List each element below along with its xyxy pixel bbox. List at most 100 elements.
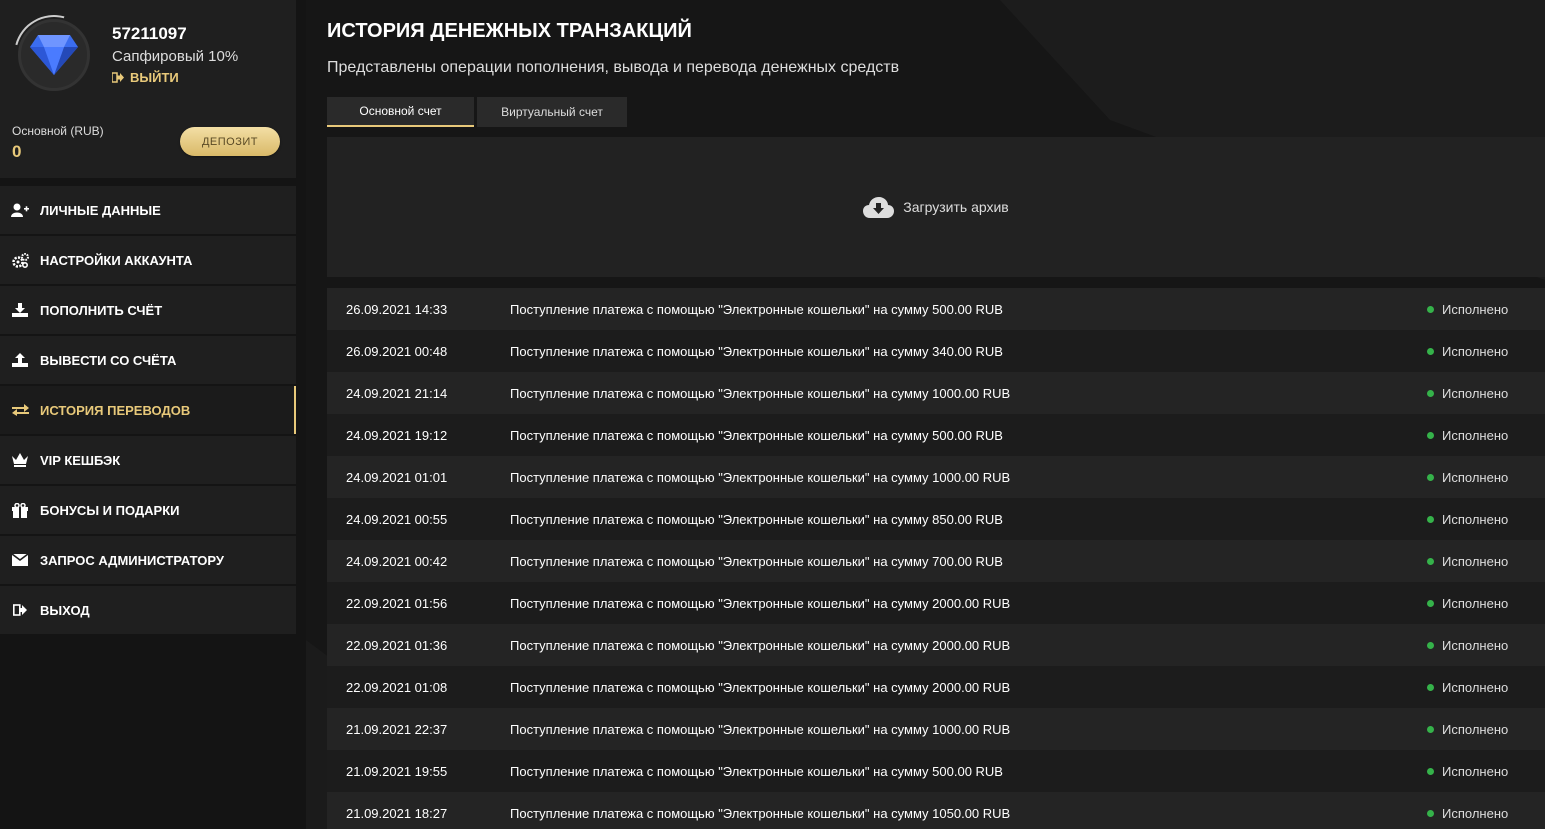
sidebar-item-admin-request[interactable]: ЗАПРОС АДМИНИСТРАТОРУ	[0, 536, 296, 584]
transaction-description: Поступление платежа с помощью "Электронн…	[510, 679, 1011, 695]
sidebar-item-label: ВЫХОД	[40, 602, 90, 618]
sidebar-item-bonuses[interactable]: БОНУСЫ И ПОДАРКИ	[0, 486, 296, 534]
transaction-status: Исполнено	[1427, 722, 1545, 737]
transaction-status: Исполнено	[1427, 386, 1545, 401]
transaction-status: Исполнено	[1427, 512, 1545, 527]
status-dot-icon	[1427, 809, 1434, 817]
transaction-date: 24.09.2021 00:42	[346, 553, 448, 569]
sidebar-item-transfer-history[interactable]: ИСТОРИЯ ПЕРЕВОДОВ	[0, 386, 296, 434]
download-icon	[11, 301, 29, 319]
status-label: Исполнено	[1442, 721, 1509, 737]
table-row: 21.09.2021 19:55 Поступление платежа с по…	[327, 750, 1545, 792]
transaction-status: Исполнено	[1427, 764, 1545, 779]
gears-icon	[11, 251, 29, 269]
main-content: ИСТОРИЯ ДЕНЕЖНЫХ ТРАНЗАКЦИЙ Представлены…	[327, 0, 1545, 829]
status-label: Исполнено	[1442, 385, 1509, 401]
transaction-status: Исполнено	[1427, 806, 1545, 821]
gift-icon	[11, 501, 29, 519]
transaction-date: 24.09.2021 19:12	[346, 427, 448, 443]
sign-out-icon	[112, 72, 124, 83]
transactions-table: 26.09.2021 14:33 Поступление платежа с по…	[327, 288, 1545, 829]
transaction-status: Исполнено	[1427, 554, 1545, 569]
transaction-status: Исполнено	[1427, 596, 1545, 611]
archive-label: Загрузить архив	[903, 199, 1009, 215]
transaction-description: Поступление платежа с помощью "Электронн…	[510, 469, 1011, 485]
transaction-date: 24.09.2021 21:14	[346, 385, 448, 401]
profile-panel: 57211097 Сапфировый 10% ВЫЙТИ Основной (…	[0, 0, 296, 178]
status-label: Исполнено	[1442, 595, 1509, 611]
user-level: Сапфировый 10%	[112, 48, 239, 65]
status-dot-icon	[1427, 641, 1434, 649]
status-dot-icon	[1427, 473, 1434, 481]
avatar	[18, 19, 90, 91]
transaction-description: Поступление платежа с помощью "Электронн…	[510, 385, 1011, 401]
sign-out-icon	[11, 601, 29, 619]
table-row: 24.09.2021 21:14 Поступление платежа с по…	[327, 372, 1545, 414]
table-row: 26.09.2021 00:48 Поступление платежа с по…	[327, 330, 1545, 372]
sidebar-item-account-settings[interactable]: НАСТРОЙКИ АККАУНТА	[0, 236, 296, 284]
account-tabs: Основной счет Виртуальный счет	[327, 97, 627, 127]
sidebar-item-label: ЛИЧНЫЕ ДАННЫЕ	[40, 202, 161, 218]
transaction-status: Исполнено	[1427, 344, 1545, 359]
balance-label: Основной (RUB)	[12, 124, 104, 138]
cloud-download-icon	[863, 197, 895, 218]
sidebar: 57211097 Сапфировый 10% ВЫЙТИ Основной (…	[0, 0, 306, 829]
sidebar-item-exit[interactable]: ВЫХОД	[0, 586, 296, 634]
tab-virtual-account[interactable]: Виртуальный счет	[477, 97, 627, 127]
transaction-description: Поступление платежа с помощью "Электронн…	[510, 427, 1003, 443]
status-dot-icon	[1427, 347, 1434, 355]
transaction-description: Поступление платежа с помощью "Электронн…	[510, 343, 1003, 359]
transaction-date: 21.09.2021 19:55	[346, 763, 448, 779]
transaction-description: Поступление платежа с помощью "Электронн…	[510, 301, 1003, 317]
table-row: 24.09.2021 01:01 Поступление платежа с по…	[327, 456, 1545, 498]
status-dot-icon	[1427, 305, 1434, 313]
table-row: 22.09.2021 01:08 Поступление платежа с по…	[327, 666, 1545, 708]
transaction-description: Поступление платежа с помощью "Электронн…	[510, 805, 1011, 821]
status-dot-icon	[1427, 767, 1434, 775]
transaction-date: 22.09.2021 01:36	[346, 637, 448, 653]
table-row: 22.09.2021 01:56 Поступление платежа с по…	[327, 582, 1545, 624]
table-row: 24.09.2021 19:12 Поступление платежа с по…	[327, 414, 1545, 456]
sidebar-item-withdraw[interactable]: ВЫВЕСТИ СО СЧЁТА	[0, 336, 296, 384]
sidebar-item-label: ПОПОЛНИТЬ СЧЁТ	[40, 302, 163, 318]
status-label: Исполнено	[1442, 805, 1509, 821]
page-subtitle: Представлены операции пополнения, вывода…	[327, 59, 900, 76]
sidebar-menu: ЛИЧНЫЕ ДАННЫЕ НАСТРОЙКИ АККАУНТА ПОПОЛНИ…	[0, 186, 296, 636]
transaction-description: Поступление платежа с помощью "Электронн…	[510, 553, 1003, 569]
transaction-status: Исполнено	[1427, 428, 1545, 443]
sidebar-item-label: ИСТОРИЯ ПЕРЕВОДОВ	[40, 402, 191, 418]
status-label: Исполнено	[1442, 763, 1509, 779]
tab-main-account[interactable]: Основной счет	[327, 97, 474, 127]
status-label: Исполнено	[1442, 343, 1509, 359]
status-label: Исполнено	[1442, 301, 1509, 317]
sidebar-item-deposit[interactable]: ПОПОЛНИТЬ СЧЁТ	[0, 286, 296, 334]
transaction-date: 21.09.2021 18:27	[346, 805, 448, 821]
status-dot-icon	[1427, 431, 1434, 439]
user-id: 57211097	[112, 24, 187, 43]
transaction-status: Исполнено	[1427, 638, 1545, 653]
sidebar-item-vip-cashback[interactable]: VIP КЕШБЭК	[0, 436, 296, 484]
table-row: 24.09.2021 00:55 Поступление платежа с по…	[327, 498, 1545, 540]
page-title: ИСТОРИЯ ДЕНЕЖНЫХ ТРАНЗАКЦИЙ	[327, 20, 692, 42]
download-archive-button[interactable]: Загрузить архив	[863, 196, 1009, 218]
transaction-status: Исполнено	[1427, 680, 1545, 695]
crown-icon	[11, 451, 29, 469]
exchange-icon	[11, 401, 29, 419]
sapphire-diamond-icon	[30, 35, 78, 75]
transaction-status: Исполнено	[1427, 302, 1545, 317]
transaction-status: Исполнено	[1427, 470, 1545, 485]
archive-panel: Загрузить архив	[327, 137, 1545, 277]
sidebar-item-label: ЗАПРОС АДМИНИСТРАТОРУ	[40, 552, 224, 568]
sidebar-item-label: VIP КЕШБЭК	[40, 452, 121, 468]
status-dot-icon	[1427, 557, 1434, 565]
logout-link[interactable]: ВЫЙТИ	[112, 70, 179, 85]
sidebar-item-label: ВЫВЕСТИ СО СЧЁТА	[40, 352, 177, 368]
status-dot-icon	[1427, 389, 1434, 397]
deposit-button[interactable]: ДЕПОЗИТ	[180, 127, 280, 156]
sidebar-item-personal-data[interactable]: ЛИЧНЫЕ ДАННЫЕ	[0, 186, 296, 234]
upload-icon	[11, 351, 29, 369]
status-dot-icon	[1427, 725, 1434, 733]
status-dot-icon	[1427, 515, 1434, 523]
sidebar-item-label: БОНУСЫ И ПОДАРКИ	[40, 502, 180, 518]
table-row: 21.09.2021 22:37 Поступление платежа с по…	[327, 708, 1545, 750]
